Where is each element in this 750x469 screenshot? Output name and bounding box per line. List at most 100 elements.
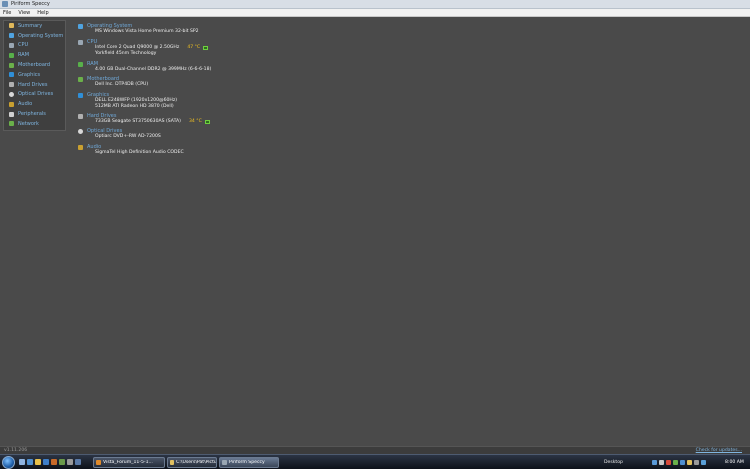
summary-panel: Operating System MS Windows Vista Home P… xyxy=(74,20,746,433)
folder-icon[interactable] xyxy=(35,459,41,465)
sidebar-item-audio[interactable]: Audio xyxy=(4,99,65,109)
speccy-app-icon xyxy=(222,460,227,465)
audio-icon xyxy=(78,144,83,150)
sidebar-item-label: Hard Drives xyxy=(18,81,48,88)
sidebar-item-label: Motherboard xyxy=(18,62,51,69)
os-value: MS Windows Vista Home Premium 32-bit SP2 xyxy=(95,29,199,35)
sidebar-item-peripherals[interactable]: Peripherals xyxy=(4,109,65,119)
quick-launch-app-icon[interactable] xyxy=(67,459,73,465)
taskbar-button-browser[interactable]: Vista_Forum_11-5-1... xyxy=(93,457,165,468)
sidebar-item-optical-drives[interactable]: Optical Drives xyxy=(4,90,65,100)
ram-icon xyxy=(78,61,83,67)
check-updates-link[interactable]: Check for updates... xyxy=(696,448,742,453)
hard-drive-row: 733GB Seagate ST3750630AS (SATA) 34 °C xyxy=(95,119,210,125)
folder-icon xyxy=(170,460,175,465)
firefox-icon[interactable] xyxy=(51,459,57,465)
cpu-technology: Yorkfield 45nm Technology xyxy=(95,50,157,56)
graphics-icon xyxy=(78,92,83,98)
optical-drive-icon xyxy=(9,91,14,97)
windows-taskbar: Vista_Forum_11-5-1... C:\Users\Pat\Pictu… xyxy=(0,454,750,469)
sidebar-item-graphics[interactable]: Graphics xyxy=(4,70,65,80)
sidebar-item-cpu[interactable]: CPU xyxy=(4,41,65,51)
firefox-icon xyxy=(96,460,101,465)
sidebar-item-ram[interactable]: RAM xyxy=(4,50,65,60)
quick-launch-more-icon[interactable] xyxy=(75,459,81,465)
audio-section: Audio SigmaTel High Definition Audio COD… xyxy=(78,144,184,156)
title-bar: Piriform Speccy xyxy=(0,0,750,9)
tray-app-icon[interactable] xyxy=(687,460,692,465)
system-tray xyxy=(652,459,708,466)
tray-app-icon[interactable] xyxy=(701,460,706,465)
windows-icon xyxy=(9,33,14,39)
sidebar-item-label: Operating System xyxy=(18,32,64,39)
sidebar-nav: Summary Operating System CPU RAM Motherb… xyxy=(3,20,66,131)
hard-drives-section: Hard Drives 733GB Seagate ST3750630AS (S… xyxy=(78,113,210,125)
sidebar-item-operating-system[interactable]: Operating System xyxy=(4,31,65,41)
sidebar-item-label: Peripherals xyxy=(18,111,46,118)
motherboard-value: Dell Inc. DTP4DB (CPU) xyxy=(95,82,149,88)
volume-tray-icon[interactable] xyxy=(659,460,664,465)
temperature-gauge-icon[interactable] xyxy=(203,45,209,50)
start-button[interactable] xyxy=(2,456,15,469)
ram-value: 4.00 GB Dual-Channel DDR2 @ 399MHz (6-6-… xyxy=(95,67,212,73)
peripherals-icon xyxy=(9,111,14,117)
optical-drives-section: Optical Drives Optiarc DVD+-RW AD-7200S xyxy=(78,128,161,140)
ram-icon xyxy=(9,52,14,58)
ram-section: RAM 4.00 GB Dual-Channel DDR2 @ 399MHz (… xyxy=(78,61,211,73)
cpu-icon xyxy=(9,42,14,48)
hard-drive-temperature: 34 °C xyxy=(188,119,202,125)
sidebar-item-motherboard[interactable]: Motherboard xyxy=(4,60,65,70)
sidebar-item-hard-drives[interactable]: Hard Drives xyxy=(4,80,65,90)
monitor-value: DELL E248WFP (1920x1200@60Hz) xyxy=(95,98,178,104)
tray-app-icon[interactable] xyxy=(680,460,685,465)
tray-app-icon[interactable] xyxy=(694,460,699,465)
taskbar-button-label: C:\Users\Pat\Pictures xyxy=(176,460,216,465)
status-bar: v1.11.206 Check for updates... xyxy=(0,446,750,454)
motherboard-section: Motherboard Dell Inc. DTP4DB (CPU) xyxy=(78,76,148,88)
show-desktop-icon[interactable] xyxy=(19,459,25,465)
cpu-icon xyxy=(78,39,83,45)
internet-explorer-icon[interactable] xyxy=(43,459,49,465)
sidebar-item-summary[interactable]: Summary xyxy=(4,21,65,31)
gpu-value: 512MB ATI Radeon HD 3870 (Dell) xyxy=(95,103,174,109)
audio-icon xyxy=(9,101,14,107)
os-section: Operating System MS Windows Vista Home P… xyxy=(78,23,199,35)
cpu-model: Intel Core 2 Quad Q9000 @ 2.50GHz xyxy=(95,45,180,51)
taskbar-clock[interactable]: 8:00 AM xyxy=(725,460,744,465)
sidebar-item-label: RAM xyxy=(18,52,30,59)
menu-help[interactable]: Help xyxy=(37,10,48,16)
network-tray-icon[interactable] xyxy=(652,460,657,465)
graphics-icon xyxy=(9,72,14,78)
menu-view[interactable]: View xyxy=(18,10,30,16)
temperature-gauge-icon[interactable] xyxy=(204,119,210,124)
menu-file[interactable]: File xyxy=(3,10,11,16)
version-label: v1.11.206 xyxy=(4,448,28,453)
switch-windows-icon[interactable] xyxy=(27,459,33,465)
taskbar-button-speccy[interactable]: Piriform Speccy xyxy=(219,457,279,468)
sidebar-item-label: Optical Drives xyxy=(18,91,54,98)
sidebar-item-label: CPU xyxy=(18,42,29,49)
network-icon xyxy=(9,121,14,127)
cpu-model-row: Intel Core 2 Quad Q9000 @ 2.50GHz 47 °C xyxy=(95,45,209,51)
hard-drive-icon xyxy=(78,113,83,119)
tray-app-icon[interactable] xyxy=(673,460,678,465)
menu-bar: File View Help xyxy=(0,9,750,17)
taskbar-button-label: Piriform Speccy xyxy=(229,460,265,465)
security-tray-icon[interactable] xyxy=(666,460,671,465)
sidebar-item-label: Network xyxy=(18,120,39,127)
taskbar-button-explorer[interactable]: C:\Users\Pat\Pictures xyxy=(167,457,217,468)
motherboard-icon xyxy=(78,76,83,82)
sidebar-item-label: Graphics xyxy=(18,71,41,78)
sidebar-item-label: Summary xyxy=(18,22,43,29)
taskbar-button-label: Vista_Forum_11-5-1... xyxy=(103,460,153,465)
cpu-section: CPU Intel Core 2 Quad Q9000 @ 2.50GHz 47… xyxy=(78,39,209,56)
sidebar-item-network[interactable]: Network xyxy=(4,119,65,129)
graphics-section: Graphics DELL E248WFP (1920x1200@60Hz) 5… xyxy=(78,92,177,109)
speccy-app-icon xyxy=(2,1,8,7)
desktop-toolbar-label[interactable]: Desktop xyxy=(604,460,623,465)
sidebar-item-label: Audio xyxy=(18,101,33,108)
quick-launch-app-icon[interactable] xyxy=(59,459,65,465)
hard-drive-icon xyxy=(9,82,14,88)
window-title: Piriform Speccy xyxy=(11,1,50,7)
hard-drive-model: 733GB Seagate ST3750630AS (SATA) xyxy=(95,119,181,125)
